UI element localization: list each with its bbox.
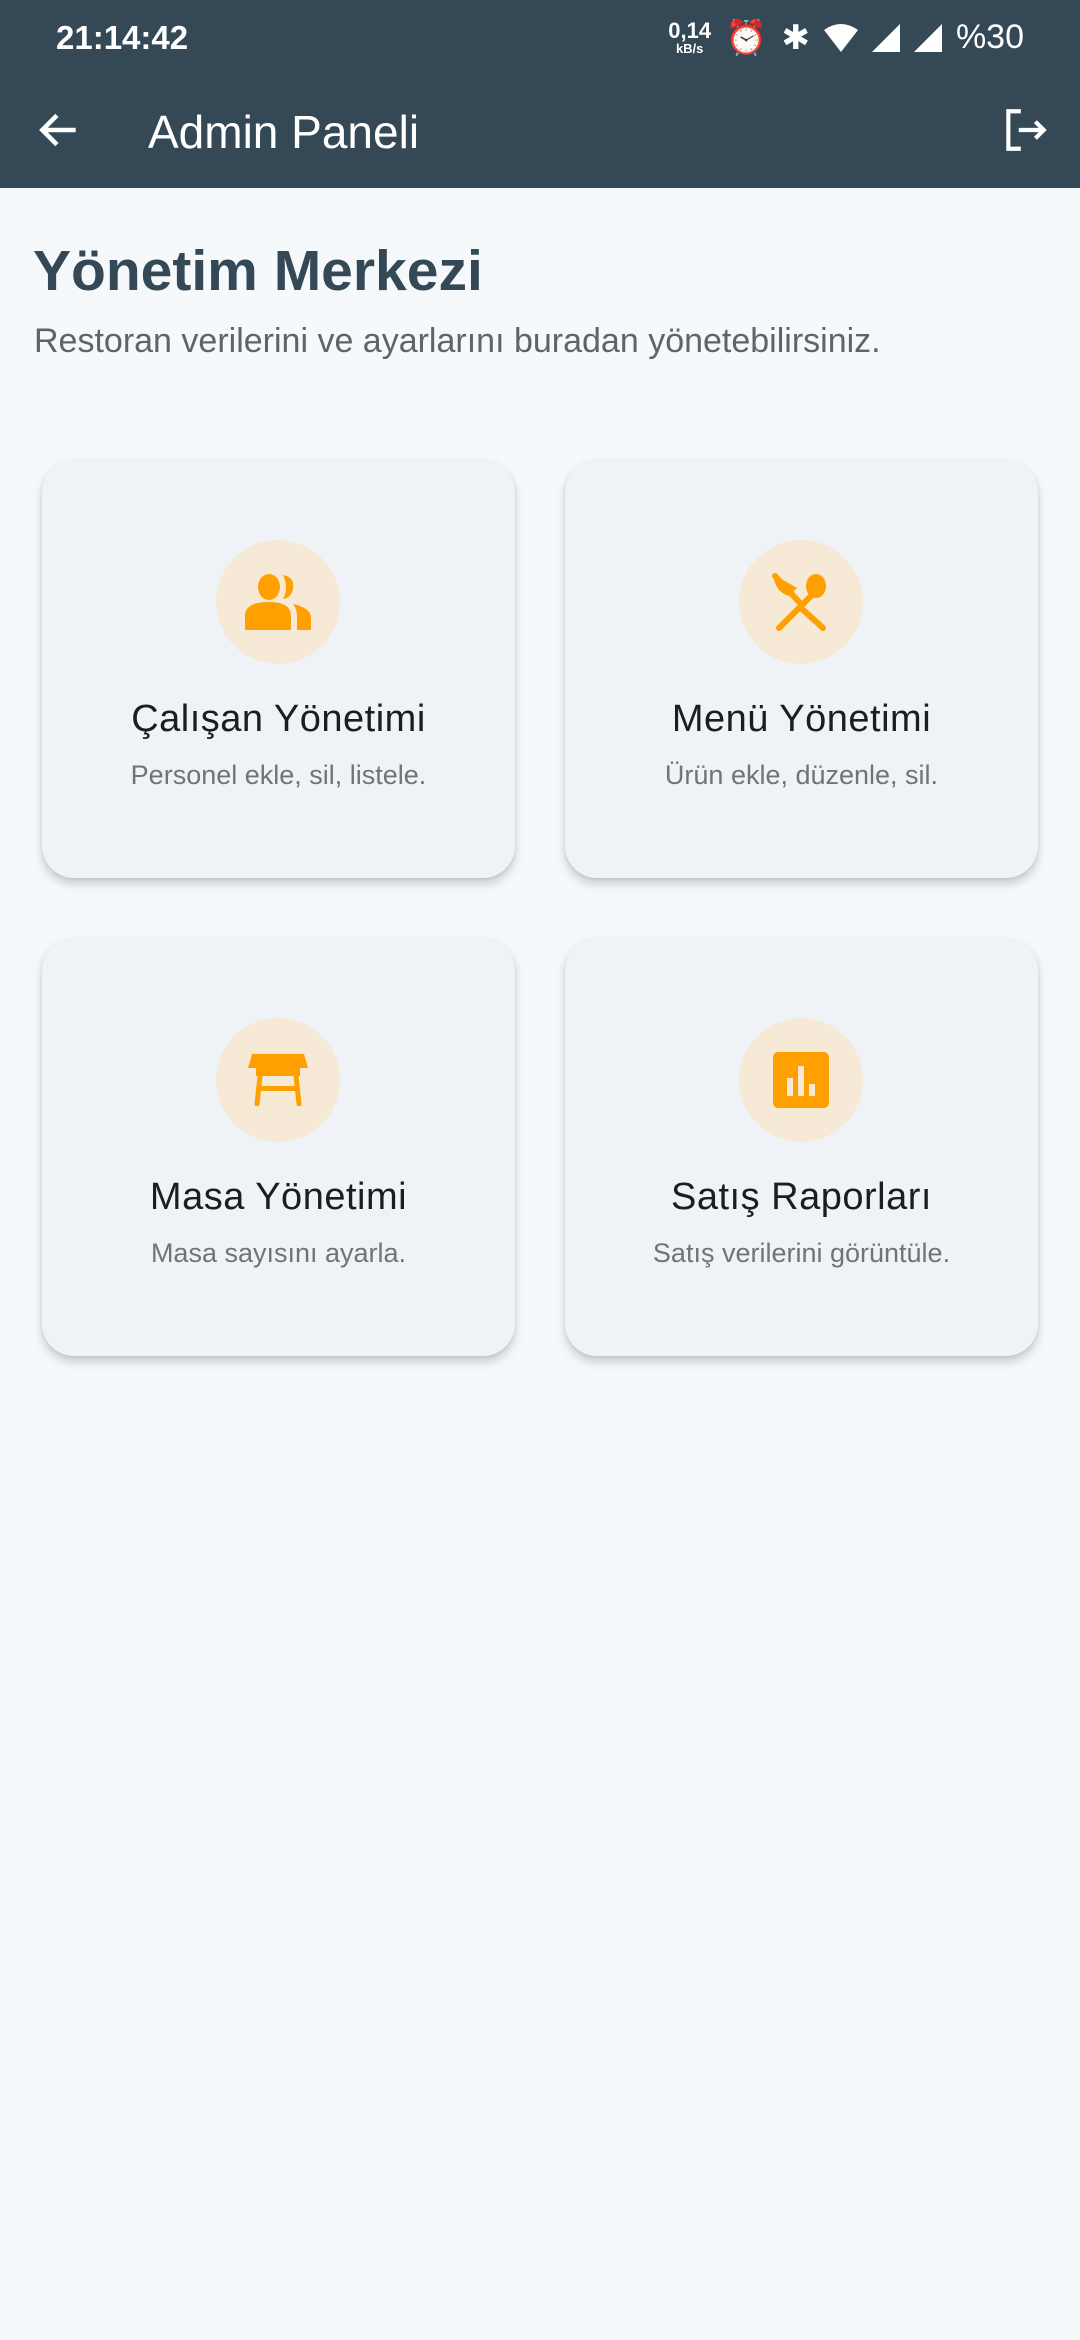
battery-level: %30 — [955, 18, 1024, 56]
people-icon — [245, 574, 311, 630]
net-speed-unit: kB/s — [675, 41, 704, 56]
card-title: Masa Yönetimi — [149, 1176, 408, 1218]
signal-icon — [871, 23, 900, 52]
status-time: 21:14:42 — [56, 18, 189, 56]
app-bar-title: Admin Paneli — [148, 105, 420, 158]
status-icons: 0,14 kB/s ⏰ ✱ %30 — [668, 18, 1024, 58]
icon-circle — [216, 540, 340, 664]
bar-chart-icon — [773, 1052, 829, 1108]
bluetooth-icon: ✱ — [781, 18, 810, 57]
card-subtitle: Satış verilerini görüntüle. — [652, 1238, 951, 1268]
table-icon — [248, 1054, 308, 1106]
wifi-icon — [823, 23, 858, 52]
restaurant-icon — [772, 573, 826, 631]
card-subtitle: Ürün ekle, düzenle, sil. — [664, 760, 939, 790]
icon-circle — [739, 540, 863, 664]
card-employee-management[interactable]: Çalışan Yönetimi Personel ekle, sil, lis… — [42, 460, 515, 878]
icon-circle — [216, 1018, 340, 1142]
card-title: Menü Yönetimi — [671, 698, 932, 740]
card-sales-reports[interactable]: Satış Raporları Satış verilerini görüntü… — [565, 938, 1038, 1356]
signal-icon-2 — [913, 23, 942, 52]
card-menu-management[interactable]: Menü Yönetimi Ürün ekle, düzenle, sil. — [565, 460, 1038, 878]
status-bar: 21:14:42 0,14 kB/s ⏰ ✱ %30 — [0, 0, 1080, 75]
card-table-management[interactable]: Masa Yönetimi Masa sayısını ayarla. — [42, 938, 515, 1356]
card-subtitle: Masa sayısını ayarla. — [150, 1238, 407, 1268]
icon-circle — [739, 1018, 863, 1142]
net-speed-value: 0,14 — [668, 18, 712, 43]
app-bar: Admin Paneli — [0, 75, 1080, 188]
alarm-icon: ⏰ — [725, 18, 768, 57]
page-subtitle: Restoran verilerini ve ayarlarını burada… — [34, 322, 881, 360]
card-title: Çalışan Yönetimi — [131, 698, 426, 740]
card-subtitle: Personel ekle, sil, listele. — [130, 760, 427, 790]
page-title: Yönetim Merkezi — [33, 239, 483, 303]
network-speed: 0,14 kB/s — [668, 18, 712, 56]
logout-icon[interactable] — [1000, 105, 1050, 155]
arrow-left-icon[interactable] — [34, 105, 84, 155]
card-title: Satış Raporları — [671, 1176, 932, 1218]
